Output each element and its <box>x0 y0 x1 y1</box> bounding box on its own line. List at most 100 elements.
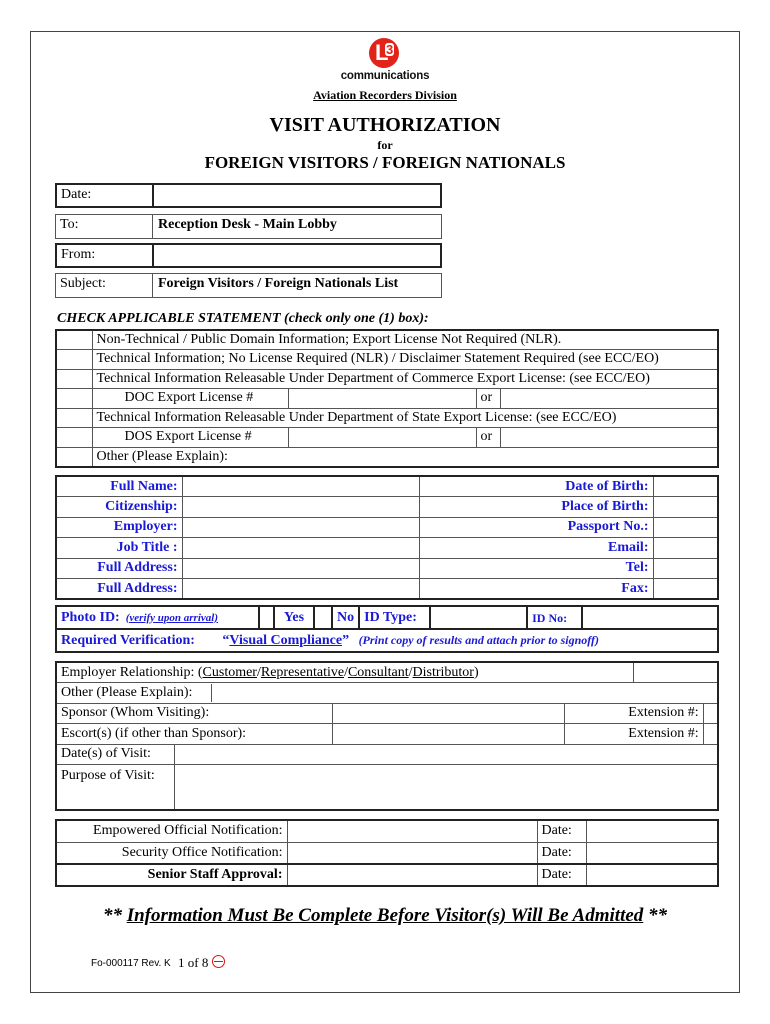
l3-logo: L 3 communications <box>333 38 437 84</box>
full-name-field[interactable] <box>181 475 420 497</box>
approval-row: Senior Staff Approval: Date: <box>55 863 719 887</box>
statement-checkbox[interactable] <box>55 388 93 409</box>
date-label: Date: <box>536 841 587 865</box>
date-label: Date: <box>536 863 587 887</box>
escort-row: Escort(s) (if other than Sponsor): Exten… <box>55 723 719 745</box>
statement-checkbox[interactable] <box>55 368 93 389</box>
id-no-field[interactable] <box>581 605 719 630</box>
statement-label: Non-Technical / Public Domain Informatio… <box>91 329 719 350</box>
statement-checkbox[interactable] <box>55 446 93 467</box>
to-row: To: Reception Desk - Main Lobby <box>55 214 442 239</box>
citizenship-field[interactable] <box>181 496 420 518</box>
no-checkbox[interactable] <box>313 605 333 630</box>
purpose-field[interactable] <box>173 764 719 810</box>
id-no-label: ID No: <box>526 605 584 630</box>
visitor-info-table: Full Name: Date of Birth: Citizenship: P… <box>55 475 719 600</box>
escort-field[interactable] <box>332 723 566 745</box>
page-number: 1 of 8 <box>178 955 209 970</box>
statement-checkbox[interactable] <box>55 407 93 428</box>
passport-field[interactable] <box>652 516 719 538</box>
or-label: or <box>475 388 501 409</box>
statement-table: Non-Technical / Public Domain Informatio… <box>55 329 719 468</box>
escort-label: Escort(s) (if other than Sponsor): <box>55 723 334 745</box>
dob-field[interactable] <box>652 475 719 497</box>
visitor-row: Full Name: Date of Birth: <box>55 475 719 497</box>
statement-checkbox[interactable] <box>55 329 93 350</box>
approvals-table: Empowered Official Notification: Date: S… <box>55 819 719 887</box>
doc-license-field[interactable] <box>287 388 477 409</box>
statement-label: Technical Information Releasable Under D… <box>91 407 719 428</box>
photo-id-label: Photo ID: (verify upon arrival) <box>55 605 260 630</box>
address-label: Full Address: <box>55 557 183 579</box>
from-label: From: <box>57 245 154 266</box>
stars-left: ** <box>102 905 127 926</box>
senior-staff-date-field[interactable] <box>585 863 719 887</box>
address-label-2: Full Address: <box>55 578 183 600</box>
approval-row: Security Office Notification: Date: <box>55 841 719 865</box>
approval-row: Empowered Official Notification: Date: <box>55 819 719 843</box>
job-title-field[interactable] <box>181 537 420 559</box>
statement-checkbox[interactable] <box>55 349 93 370</box>
no-entry-icon <box>212 955 225 968</box>
dates-field[interactable] <box>173 743 719 765</box>
dos-license-label: DOS Export License # <box>91 427 289 448</box>
statement-label: Technical Information Releasable Under D… <box>91 368 719 389</box>
sponsor-row: Sponsor (Whom Visiting): Extension #: <box>55 702 719 724</box>
empowered-official-field[interactable] <box>286 819 538 843</box>
to-field[interactable]: Reception Desk - Main Lobby <box>153 215 441 238</box>
subject-row: Subject: Foreign Visitors / Foreign Nati… <box>55 273 442 298</box>
to-label: To: <box>56 215 153 238</box>
id-type-label: ID Type: <box>358 605 432 630</box>
date-field[interactable] <box>154 185 440 206</box>
dates-label: Date(s) of Visit: <box>55 743 175 765</box>
employer-field[interactable] <box>181 516 420 538</box>
empowered-official-date-field[interactable] <box>585 819 719 843</box>
purpose-row: Purpose of Visit: <box>55 764 719 810</box>
address-field-2[interactable] <box>181 578 420 600</box>
relationship-row: Employer Relationship: (Customer/Represe… <box>55 661 719 683</box>
date-label: Date: <box>536 819 587 843</box>
title-for: for <box>377 138 393 152</box>
security-office-field[interactable] <box>286 841 538 865</box>
subject-field[interactable]: Foreign Visitors / Foreign Nationals Lis… <box>153 274 441 297</box>
statement-checkbox[interactable] <box>55 427 93 448</box>
sponsor-extension-field[interactable] <box>702 702 719 724</box>
logo-word: communications <box>340 70 430 82</box>
fax-field[interactable] <box>652 578 719 600</box>
address-field[interactable] <box>181 557 420 579</box>
dos-license-alt-field[interactable] <box>499 427 719 448</box>
senior-staff-field[interactable] <box>286 863 538 887</box>
extension-label: Extension #: <box>564 723 704 745</box>
check-statement-heading: CHECK APPLICABLE STATEMENT (check only o… <box>57 311 429 326</box>
statement-label: Technical Information; No License Requir… <box>91 349 719 370</box>
visit-details-table: Employer Relationship: (Customer/Represe… <box>55 661 719 811</box>
sponsor-field[interactable] <box>332 702 566 724</box>
security-office-date-field[interactable] <box>585 841 719 865</box>
other-field[interactable] <box>212 684 717 702</box>
from-field[interactable] <box>154 245 440 266</box>
photo-id-row: Photo ID: (verify upon arrival) Yes No ID… <box>55 605 719 630</box>
dos-license-field[interactable] <box>287 427 477 448</box>
email-field[interactable] <box>652 537 719 559</box>
relationship-field[interactable] <box>633 661 719 683</box>
visual-compliance[interactable]: “Visual Compliance” <box>222 633 349 648</box>
escort-extension-field[interactable] <box>702 723 719 745</box>
tel-label: Tel: <box>418 557 654 579</box>
visitor-row: Job Title : Email: <box>55 537 719 559</box>
subject-label: Subject: <box>56 274 153 297</box>
doc-license-alt-field[interactable] <box>499 388 719 409</box>
statement-row: DOC Export License # or <box>55 388 719 409</box>
page-title: VISIT AUTHORIZATION <box>269 114 501 136</box>
option-customer: Customer <box>202 664 257 680</box>
id-type-field[interactable] <box>429 605 528 630</box>
tel-field[interactable] <box>652 557 719 579</box>
statement-row: Other (Please Explain): <box>55 446 719 467</box>
date-row: Date: <box>55 183 442 208</box>
yes-checkbox[interactable] <box>258 605 275 630</box>
visual-compliance-link[interactable]: Visual Compliance <box>229 633 342 648</box>
statement-row: DOS Export License # or <box>55 427 719 448</box>
completion-notice: ** Information Must Be Complete Before V… <box>0 905 770 927</box>
dob-label: Date of Birth: <box>418 475 654 497</box>
security-office-label: Security Office Notification: <box>55 841 288 865</box>
pob-field[interactable] <box>652 496 719 518</box>
